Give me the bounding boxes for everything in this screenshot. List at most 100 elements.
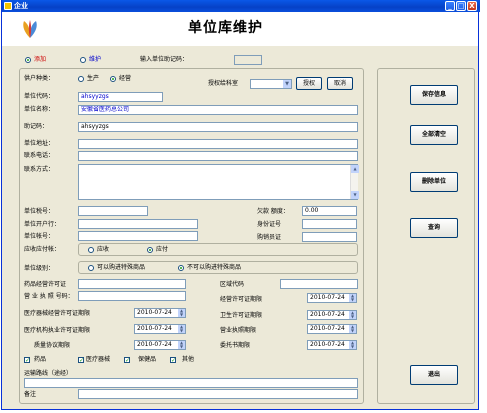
spin-icon[interactable]: ▲ ▼ <box>349 311 356 319</box>
other-checkbox-label: 其他 <box>182 356 195 363</box>
account-input[interactable] <box>78 231 198 241</box>
spin-icon[interactable]: ▲ ▼ <box>349 294 356 302</box>
biz-expiry-label: 营业执照期限 <box>220 327 257 334</box>
supplier-type-label: 供户种类： <box>24 75 55 82</box>
contact-scrollbar[interactable] <box>350 165 359 199</box>
level-allow-radio[interactable] <box>88 265 94 271</box>
receivable-opt-label: 应收 <box>97 246 110 253</box>
proxy-expiry-label: 委托书期限 <box>220 342 251 349</box>
maximize-button[interactable]: □ <box>456 1 466 11</box>
payable-opt-label: 应付 <box>156 246 169 253</box>
arrears-label: 欠款 额度： <box>257 208 289 215</box>
producer-radio[interactable] <box>78 76 84 82</box>
level-label: 单位级别： <box>24 265 55 272</box>
clear-all-button[interactable]: 全部清空 <box>410 125 458 145</box>
spin-icon[interactable]: ▲ ▼ <box>178 341 185 349</box>
health-checkbox-label: 保健品 <box>138 356 157 363</box>
minimize-button[interactable]: _ <box>445 1 455 11</box>
logo-icon <box>23 20 37 38</box>
route-input[interactable] <box>24 378 358 388</box>
drug-checkbox[interactable]: ✓ <box>24 357 30 364</box>
quality-expiry-label: 质量协议期限 <box>34 342 71 349</box>
bank-input[interactable] <box>78 219 198 229</box>
spin-icon[interactable]: ▲ ▼ <box>349 325 356 333</box>
receivable-radio[interactable] <box>88 247 94 253</box>
unit-name-label: 单位名称： <box>24 106 55 113</box>
biz-expiry-value: 2010-07-24 <box>310 325 345 332</box>
app-icon <box>4 2 12 10</box>
help-code-search-input[interactable] <box>234 55 262 65</box>
spin-icon[interactable]: ▲ ▼ <box>178 309 185 317</box>
contact-label: 联系方式： <box>24 166 55 173</box>
page-title: 单位库维护 <box>188 20 263 36</box>
health-expiry-date[interactable]: 2010-07-24 ▲ ▼ <box>307 310 357 320</box>
business-license-label: 营 业 执 照 号码： <box>24 293 74 300</box>
exit-button[interactable]: 退出 <box>410 365 458 385</box>
health-checkbox[interactable]: ✓ <box>124 357 130 364</box>
operator-label: 经营 <box>119 75 132 82</box>
level-allow-label: 可以购进特殊商品 <box>97 264 146 271</box>
add-radio[interactable] <box>25 57 31 63</box>
auth-dept-label: 授权给科室 <box>208 80 239 87</box>
unit-code-input[interactable]: ahsyyzgs <box>78 92 163 102</box>
add-label: 添加 <box>34 56 47 63</box>
receivable-group <box>78 243 358 256</box>
device-expiry-date[interactable]: 2010-07-24 ▲ ▼ <box>134 308 186 318</box>
level-deny-label: 不可以购进特殊商品 <box>187 264 242 271</box>
id-card-input[interactable] <box>302 219 357 229</box>
query-button[interactable]: 查询 <box>410 218 458 238</box>
route-label: 运输路线（途经） <box>24 370 73 377</box>
buyer-id-label: 购销员证 <box>257 234 282 241</box>
device-checkbox[interactable]: ✓ <box>78 357 84 364</box>
tax-no-input[interactable] <box>78 206 148 216</box>
quality-expiry-value: 2010-07-24 <box>137 341 172 348</box>
level-deny-radio[interactable] <box>178 265 184 271</box>
receivable-label: 应收应付帐： <box>24 246 61 253</box>
business-license-input[interactable] <box>78 291 186 301</box>
maintain-radio[interactable] <box>80 57 86 63</box>
window-title: 企业 <box>14 2 28 10</box>
payable-radio[interactable] <box>147 247 153 253</box>
note-label: 备注 <box>24 391 37 398</box>
unit-name-input[interactable]: 安徽省医药总公司 <box>78 105 358 115</box>
title-bar: 企业 _ □ X <box>2 0 480 12</box>
proxy-expiry-date[interactable]: 2010-07-24 ▲ ▼ <box>307 340 357 350</box>
mnemonic-input[interactable]: ahsyyzgs <box>78 122 358 132</box>
close-button[interactable]: X <box>467 1 477 11</box>
chevron-down-icon: ▼ <box>283 80 291 88</box>
phone-input[interactable] <box>78 151 358 161</box>
spin-icon[interactable]: ▲ ▼ <box>349 341 356 349</box>
phone-label: 联系电话： <box>24 152 55 159</box>
spin-icon[interactable]: ▲ ▼ <box>178 325 185 333</box>
bank-label: 单位开户行： <box>24 221 61 228</box>
device-expiry-value: 2010-07-24 <box>137 309 172 316</box>
operating-expiry-label: 经营许可证期限 <box>220 296 263 303</box>
tax-no-label: 单位税号： <box>24 208 55 215</box>
region-label: 区域代码 <box>220 281 245 288</box>
health-expiry-value: 2010-07-24 <box>310 311 345 318</box>
header-banner: 单位库维护 <box>2 12 478 46</box>
auth-dept-select[interactable]: ▼ <box>250 79 292 89</box>
operating-expiry-date[interactable]: 2010-07-24 ▲ ▼ <box>307 293 357 303</box>
other-checkbox[interactable]: ✓ <box>170 357 176 364</box>
buyer-id-input[interactable] <box>302 232 357 242</box>
save-button[interactable]: 保存信息 <box>410 85 458 105</box>
region-input[interactable] <box>280 279 358 289</box>
inst-expiry-value: 2010-07-24 <box>137 325 172 332</box>
quality-expiry-date[interactable]: 2010-07-24 ▲ ▼ <box>134 340 186 350</box>
operator-radio[interactable] <box>110 76 116 82</box>
note-input[interactable] <box>78 389 358 399</box>
contact-textarea[interactable] <box>78 164 358 200</box>
drug-checkbox-label: 药品 <box>34 356 47 363</box>
inst-expiry-date[interactable]: 2010-07-24 ▲ ▼ <box>134 324 186 334</box>
device-checkbox-label: 医疗器械 <box>86 356 111 363</box>
drug-license-input[interactable] <box>78 279 186 289</box>
arrears-input[interactable]: 0.00 <box>302 206 357 216</box>
auth-button[interactable]: 授权 <box>296 77 322 90</box>
drug-license-label: 药品经营许可证 <box>24 281 67 288</box>
cancel-auth-button[interactable]: 取消 <box>327 77 353 90</box>
delete-unit-button[interactable]: 删除单位 <box>410 172 458 192</box>
address-label: 单位地址： <box>24 140 55 147</box>
address-input[interactable] <box>78 139 358 149</box>
biz-expiry-date[interactable]: 2010-07-24 ▲ ▼ <box>307 324 357 334</box>
